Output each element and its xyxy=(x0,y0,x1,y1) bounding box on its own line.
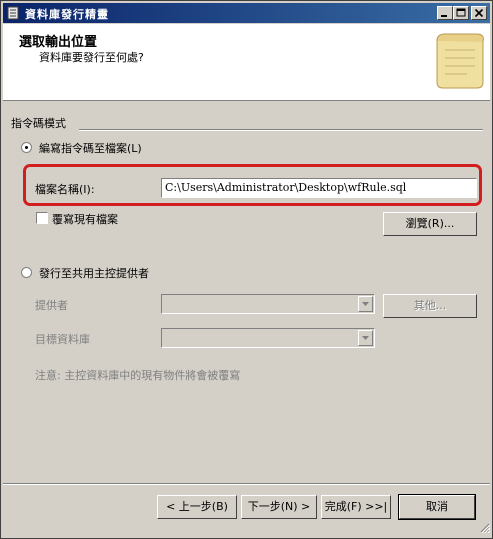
next-button[interactable]: 下一步(N) > xyxy=(241,495,317,519)
page-subtitle: 資料庫要發行至何處? xyxy=(39,51,144,64)
overwrite-label[interactable]: 覆寫現有檔案 xyxy=(52,211,118,227)
scroll-icon xyxy=(433,30,487,95)
window-title: 資料庫發行精靈 xyxy=(25,8,109,21)
resize-grip-icon[interactable] xyxy=(478,521,491,536)
chevron-down-icon xyxy=(362,336,369,340)
provider-dropdown[interactable] xyxy=(161,294,375,314)
footer-divider xyxy=(3,483,490,485)
group-divider xyxy=(79,129,483,131)
write-to-file-radio[interactable] xyxy=(21,142,32,153)
script-mode-group-label: 指令碼模式 xyxy=(11,117,66,130)
database-wizard-icon xyxy=(7,6,19,20)
write-to-file-label[interactable]: 編寫指令碼至檔案(L) xyxy=(39,140,142,156)
overwrite-checkbox[interactable] xyxy=(36,212,48,224)
provider-dropdown-button[interactable] xyxy=(358,296,373,312)
overwrite-note: 注意: 主控資料庫中的現有物件將會被覆寫 xyxy=(35,369,241,382)
provider-label: 提供者 xyxy=(35,299,68,312)
file-name-input[interactable]: C:\Users\Administrator\Desktop\wfRule.sq… xyxy=(161,178,477,198)
finish-button[interactable]: 完成(F) >>| xyxy=(321,495,391,519)
minimize-button[interactable] xyxy=(437,6,453,20)
close-icon xyxy=(474,8,484,18)
back-button[interactable]: < 上一步(B) xyxy=(157,495,237,519)
maximize-button[interactable] xyxy=(453,6,469,20)
target-db-dropdown-button[interactable] xyxy=(358,330,373,346)
title-bar[interactable]: 資料庫發行精靈 xyxy=(3,3,490,23)
other-button[interactable]: 其他... xyxy=(383,294,477,318)
browse-button[interactable]: 瀏覽(R)... xyxy=(383,212,477,236)
maximize-icon xyxy=(456,8,466,17)
close-button[interactable] xyxy=(471,6,487,20)
target-db-label: 目標資料庫 xyxy=(35,333,90,346)
publish-to-provider-label[interactable]: 發行至共用主控提供者 xyxy=(39,265,149,281)
chevron-down-icon xyxy=(362,302,369,306)
wizard-window: 資料庫發行精靈 選取輸出位置 資料庫要發行至何處? 指令碼模式 編寫指令碼至檔案… xyxy=(0,0,493,539)
file-name-label: 檔案名稱(I): xyxy=(35,183,95,196)
wizard-header: 選取輸出位置 資料庫要發行至何處? xyxy=(3,24,490,101)
minimize-icon xyxy=(441,15,447,17)
page-title: 選取輸出位置 xyxy=(19,35,98,50)
publish-to-provider-radio[interactable] xyxy=(21,267,32,278)
target-db-dropdown[interactable] xyxy=(161,328,375,348)
cancel-button[interactable]: 取消 xyxy=(398,494,476,520)
